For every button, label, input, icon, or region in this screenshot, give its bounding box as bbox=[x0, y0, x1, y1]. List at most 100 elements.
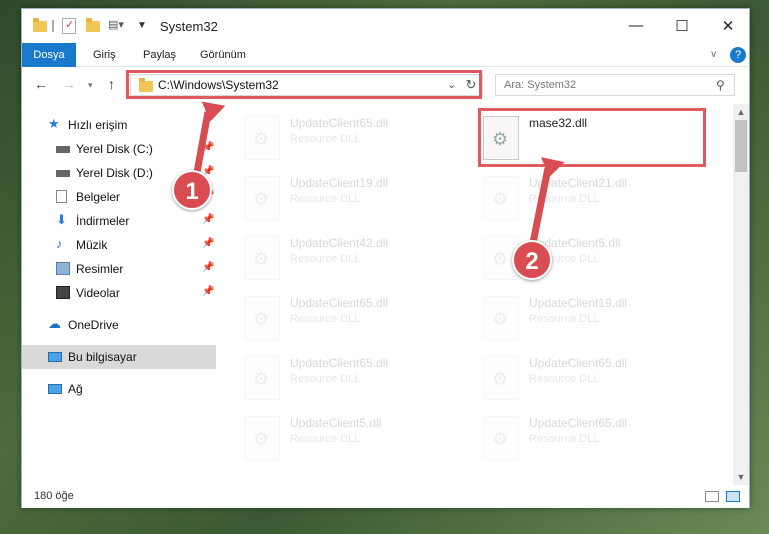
search-icon[interactable]: ⚲ bbox=[716, 78, 725, 92]
file-type: Resource DLL bbox=[290, 253, 361, 265]
list-item[interactable]: UpdateClient42.dll Resource DLL bbox=[244, 234, 444, 284]
dll-file-icon bbox=[244, 296, 280, 340]
new-folder-icon[interactable] bbox=[85, 18, 101, 34]
file-name: UpdateClient42.dll bbox=[290, 236, 389, 250]
download-icon: ⬇ bbox=[56, 212, 67, 227]
list-item[interactable]: UpdateClient65.dll Resource DLL bbox=[483, 414, 683, 464]
file-type: Resource DLL bbox=[529, 373, 600, 385]
scroll-up-icon[interactable]: ▲ bbox=[733, 104, 749, 120]
network-icon bbox=[48, 384, 62, 394]
sidebar-item-label: OneDrive bbox=[68, 318, 119, 332]
sidebar-item-label: Bu bilgisayar bbox=[68, 350, 137, 364]
folder-icon[interactable] bbox=[32, 18, 48, 34]
pin-icon[interactable]: 📌 bbox=[202, 214, 214, 225]
file-name: UpdateClient65.dll bbox=[290, 356, 389, 370]
sidebar-item-quick-access[interactable]: ★ Hızlı erişim bbox=[22, 113, 216, 137]
sidebar-item-label: Ağ bbox=[68, 382, 83, 396]
recent-locations-icon[interactable]: ▾ bbox=[88, 80, 93, 91]
file-name: UpdateClient19.dll bbox=[529, 296, 628, 310]
tab-file[interactable]: Dosya bbox=[22, 43, 76, 67]
pin-icon[interactable]: 📌 bbox=[202, 286, 214, 297]
list-item[interactable]: UpdateClient21.dll Resource DLL bbox=[483, 174, 683, 224]
vertical-scrollbar[interactable]: ▲ ▼ bbox=[733, 104, 749, 485]
sidebar-item-pictures[interactable]: Resimler 📌 bbox=[22, 257, 216, 281]
navigation-pane: ★ Hızlı erişim Yerel Disk (C:) 📌 Yerel D… bbox=[22, 109, 216, 484]
address-highlight bbox=[126, 70, 482, 99]
computer-icon bbox=[48, 352, 62, 362]
scroll-thumb[interactable] bbox=[735, 120, 747, 172]
details-view-icon[interactable] bbox=[705, 491, 719, 502]
large-icons-view-icon[interactable] bbox=[726, 491, 740, 502]
file-name: UpdateClient19.dll bbox=[290, 176, 389, 190]
sidebar-item-videos[interactable]: Videolar 📌 bbox=[22, 281, 216, 305]
cloud-icon: ☁ bbox=[48, 316, 61, 331]
view-options-icon[interactable]: ▤▾ bbox=[108, 18, 128, 34]
customize-toolbar-icon[interactable]: ▼ bbox=[137, 20, 147, 36]
tab-home[interactable]: Giriş bbox=[82, 43, 127, 67]
pin-icon[interactable]: 📌 bbox=[202, 142, 214, 153]
dll-file-icon bbox=[244, 416, 280, 460]
sidebar-item-music[interactable]: ♪ Müzik 📌 bbox=[22, 233, 216, 257]
dll-file-icon bbox=[483, 176, 519, 220]
tab-view[interactable]: Görünüm bbox=[189, 43, 257, 67]
forward-icon[interactable]: → bbox=[62, 76, 76, 92]
sidebar-item-disk-c[interactable]: Yerel Disk (C:) 📌 bbox=[22, 137, 216, 161]
sidebar-item-label: Resimler bbox=[76, 262, 124, 276]
file-name: UpdateClient21.dll bbox=[529, 176, 628, 190]
properties-icon[interactable]: ✓ bbox=[62, 18, 76, 34]
sidebar-item-this-pc[interactable]: Bu bilgisayar bbox=[22, 345, 216, 369]
file-type: Resource DLL bbox=[290, 193, 361, 205]
file-type: Resource DLL bbox=[290, 373, 361, 385]
dll-file-icon bbox=[244, 236, 280, 280]
dll-file-icon bbox=[244, 356, 280, 400]
help-icon[interactable]: ? bbox=[730, 47, 746, 63]
list-item[interactable]: UpdateClient19.dll Resource DLL bbox=[244, 174, 444, 224]
file-name: UpdateClient65.dll bbox=[529, 416, 628, 430]
scroll-down-icon[interactable]: ▼ bbox=[733, 469, 749, 485]
file-highlight bbox=[478, 108, 706, 167]
separator bbox=[52, 20, 54, 32]
search-input[interactable]: Ara: System32 ⚲ bbox=[495, 74, 735, 96]
close-icon[interactable]: ✕ bbox=[705, 9, 751, 42]
sidebar-item-label: İndirmeler bbox=[76, 214, 130, 228]
search-placeholder: Ara: System32 bbox=[504, 79, 577, 91]
status-bar: 180 öğe bbox=[22, 485, 749, 508]
sidebar-item-label: Yerel Disk (D:) bbox=[76, 166, 153, 180]
list-item[interactable]: UpdateClient65.dll Resource DLL bbox=[244, 294, 444, 344]
ribbon-tabs: Dosya Giriş Paylaş Görünüm ∨ ? bbox=[22, 43, 749, 67]
file-name: UpdateClient65.dll bbox=[290, 116, 389, 130]
sidebar-item-label: Yerel Disk (C:) bbox=[76, 142, 153, 156]
sidebar-item-label: Müzik bbox=[76, 238, 108, 252]
sidebar-item-downloads[interactable]: ⬇ İndirmeler 📌 bbox=[22, 209, 216, 233]
back-icon[interactable]: ← bbox=[34, 76, 48, 92]
tab-share[interactable]: Paylaş bbox=[132, 43, 187, 67]
annotation-marker-2: 2 bbox=[512, 240, 552, 280]
file-type: Resource DLL bbox=[529, 193, 600, 205]
sidebar-item-network[interactable]: Ağ bbox=[22, 377, 216, 401]
documents-icon bbox=[56, 190, 67, 203]
file-name: UpdateClient65.dll bbox=[529, 356, 628, 370]
drive-icon bbox=[56, 146, 70, 153]
list-item[interactable]: UpdateClient19.dll Resource DLL bbox=[483, 294, 683, 344]
pin-icon[interactable]: 📌 bbox=[202, 238, 214, 249]
dll-file-icon bbox=[483, 416, 519, 460]
annotation-marker-1: 1 bbox=[172, 170, 212, 210]
music-icon: ♪ bbox=[56, 236, 63, 251]
window-title: System32 bbox=[160, 19, 218, 34]
list-item[interactable]: UpdateClient5.dll Resource DLL bbox=[244, 414, 444, 464]
pin-icon[interactable]: 📌 bbox=[202, 262, 214, 273]
minimize-icon[interactable]: — bbox=[613, 9, 659, 42]
maximize-icon[interactable]: ☐ bbox=[659, 9, 705, 42]
file-type: Resource DLL bbox=[529, 313, 600, 325]
up-icon[interactable]: ↑ bbox=[108, 76, 115, 92]
dll-file-icon bbox=[483, 296, 519, 340]
list-item[interactable]: UpdateClient65.dll Resource DLL bbox=[483, 354, 683, 404]
dll-file-icon bbox=[244, 116, 280, 160]
file-type: Resource DLL bbox=[290, 433, 361, 445]
ribbon-expand-icon[interactable]: ∨ bbox=[710, 49, 717, 60]
file-type: Resource DLL bbox=[290, 133, 361, 145]
pictures-icon bbox=[56, 262, 70, 275]
list-item[interactable]: UpdateClient65.dll Resource DLL bbox=[244, 354, 444, 404]
sidebar-item-onedrive[interactable]: ☁ OneDrive bbox=[22, 313, 216, 337]
list-item[interactable]: UpdateClient65.dll Resource DLL bbox=[244, 114, 444, 164]
